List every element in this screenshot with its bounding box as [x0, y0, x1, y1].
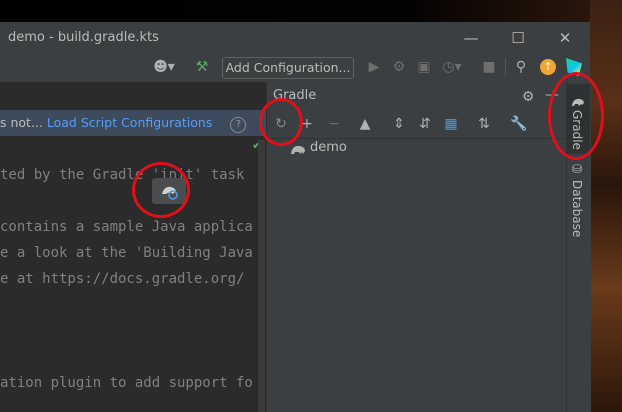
code-line: ted by the Gradle 'init' task: [0, 167, 245, 183]
code-line: ation plugin to add support fo: [0, 375, 253, 391]
gradle-elephant-icon: [290, 141, 306, 155]
expand-all-icon[interactable]: ⇕: [390, 115, 408, 133]
profile-icon[interactable]: ◷▾: [441, 58, 463, 76]
code-line: contains a sample Java applica: [0, 219, 253, 235]
database-tab-label[interactable]: Database: [570, 180, 584, 237]
stop-icon[interactable]: ■: [482, 58, 496, 76]
code-line: e a look at the 'Building Java: [0, 245, 253, 261]
remove-icon[interactable]: −: [325, 115, 343, 133]
update-icon[interactable]: ↑: [540, 59, 556, 75]
minimize-icon[interactable]: —: [460, 28, 482, 48]
group-modules-icon[interactable]: ▦: [442, 115, 460, 133]
annotation-circle: [259, 98, 303, 146]
settings-icon[interactable]: ⚙: [520, 88, 536, 106]
toggle-offline-icon[interactable]: ⇅: [475, 115, 493, 133]
coverage-icon[interactable]: ▣: [416, 58, 432, 76]
close-icon[interactable]: ✕: [554, 28, 576, 48]
maximize-icon[interactable]: ☐: [507, 28, 529, 48]
database-icon: ⛁: [572, 162, 583, 176]
desktop-background-right: [590, 0, 622, 412]
build-tool-settings-icon[interactable]: 🔧: [510, 115, 528, 133]
search-icon[interactable]: ⚲: [513, 58, 529, 76]
run-icon[interactable]: ▶: [366, 58, 382, 76]
annotation-circle: [132, 162, 190, 218]
user-icon[interactable]: ☻▾: [150, 58, 178, 76]
notification-text: s not...: [0, 115, 43, 130]
editor-scrollbar[interactable]: [258, 140, 265, 412]
annotation-circle: [548, 72, 604, 160]
execute-task-icon[interactable]: ▲: [356, 115, 374, 133]
code-line: e at https://docs.gradle.org/: [0, 271, 245, 287]
toolbar-divider: [505, 58, 506, 76]
collapse-all-icon[interactable]: ⇵: [416, 115, 434, 133]
tree-item-demo[interactable]: demo: [310, 140, 347, 155]
debug-icon[interactable]: ⚙: [391, 58, 407, 76]
help-icon[interactable]: ?: [230, 117, 247, 133]
editor-tabs-area: [0, 82, 266, 110]
hammer-icon[interactable]: ⚒: [193, 58, 211, 76]
notification-bar: s not... Load Script Configurations ?: [0, 110, 266, 136]
load-script-configurations-link[interactable]: Load Script Configurations: [47, 115, 212, 130]
window-title: demo - build.gradle.kts: [8, 30, 159, 45]
add-configuration-button[interactable]: Add Configuration...: [222, 57, 354, 79]
desktop-background: [0, 0, 590, 22]
